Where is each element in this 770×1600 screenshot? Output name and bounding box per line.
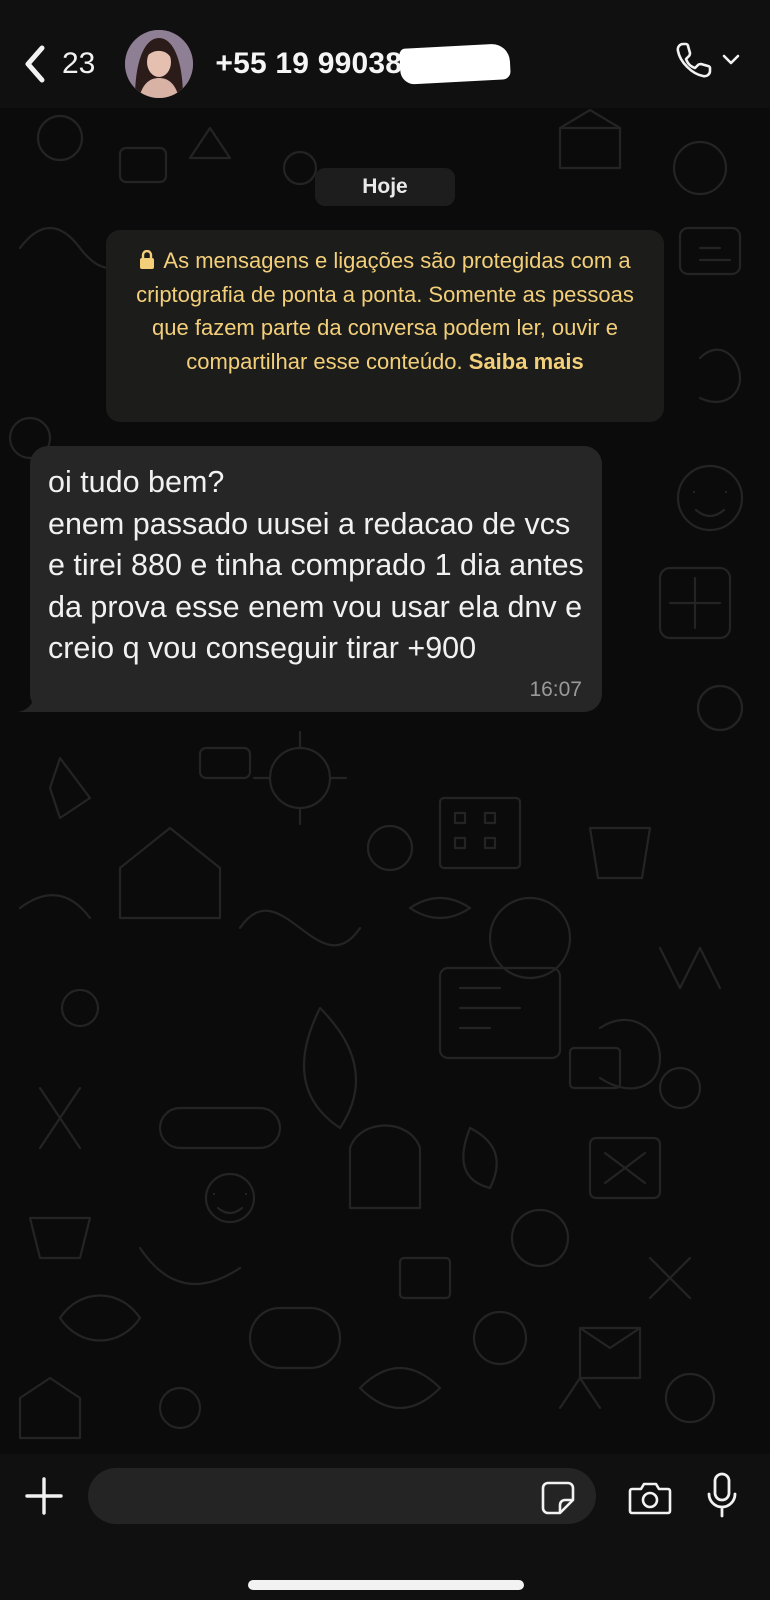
message-input[interactable] xyxy=(88,1468,596,1524)
plus-icon[interactable] xyxy=(24,1476,64,1516)
lock-icon xyxy=(140,250,155,269)
message-text: oi tudo bem? enem passado uusei a redaca… xyxy=(48,465,584,665)
chat-screen: 23 +55 19 99038 Hoje As mensagens e liga… xyxy=(0,0,770,1600)
sticker-icon[interactable] xyxy=(540,1480,576,1516)
composer-bar xyxy=(0,1454,770,1600)
microphone-icon[interactable] xyxy=(706,1472,738,1520)
contact-name: +55 19 99038 xyxy=(215,47,403,80)
back-button[interactable]: 23 xyxy=(24,34,95,94)
phone-icon xyxy=(676,42,712,78)
avatar-photo xyxy=(125,30,194,98)
chevron-down-icon xyxy=(722,54,740,65)
unread-count: 23 xyxy=(62,47,96,80)
learn-more-link[interactable]: Saiba mais xyxy=(469,349,584,374)
chat-header: 23 +55 19 99038 xyxy=(0,0,770,108)
call-button[interactable] xyxy=(674,40,740,80)
redacted-digits xyxy=(399,43,512,85)
back-chevron-icon xyxy=(25,45,45,83)
avatar[interactable] xyxy=(125,30,194,98)
message-time: 16:07 xyxy=(529,678,582,701)
camera-icon[interactable] xyxy=(628,1480,672,1516)
date-separator: Hoje xyxy=(315,168,455,206)
encryption-notice[interactable]: As mensagens e ligações são protegidas c… xyxy=(106,230,664,422)
incoming-message[interactable]: oi tudo bem? enem passado uusei a redaca… xyxy=(30,446,602,712)
home-indicator xyxy=(248,1580,524,1590)
contact-info[interactable]: +55 19 99038 xyxy=(215,43,512,85)
